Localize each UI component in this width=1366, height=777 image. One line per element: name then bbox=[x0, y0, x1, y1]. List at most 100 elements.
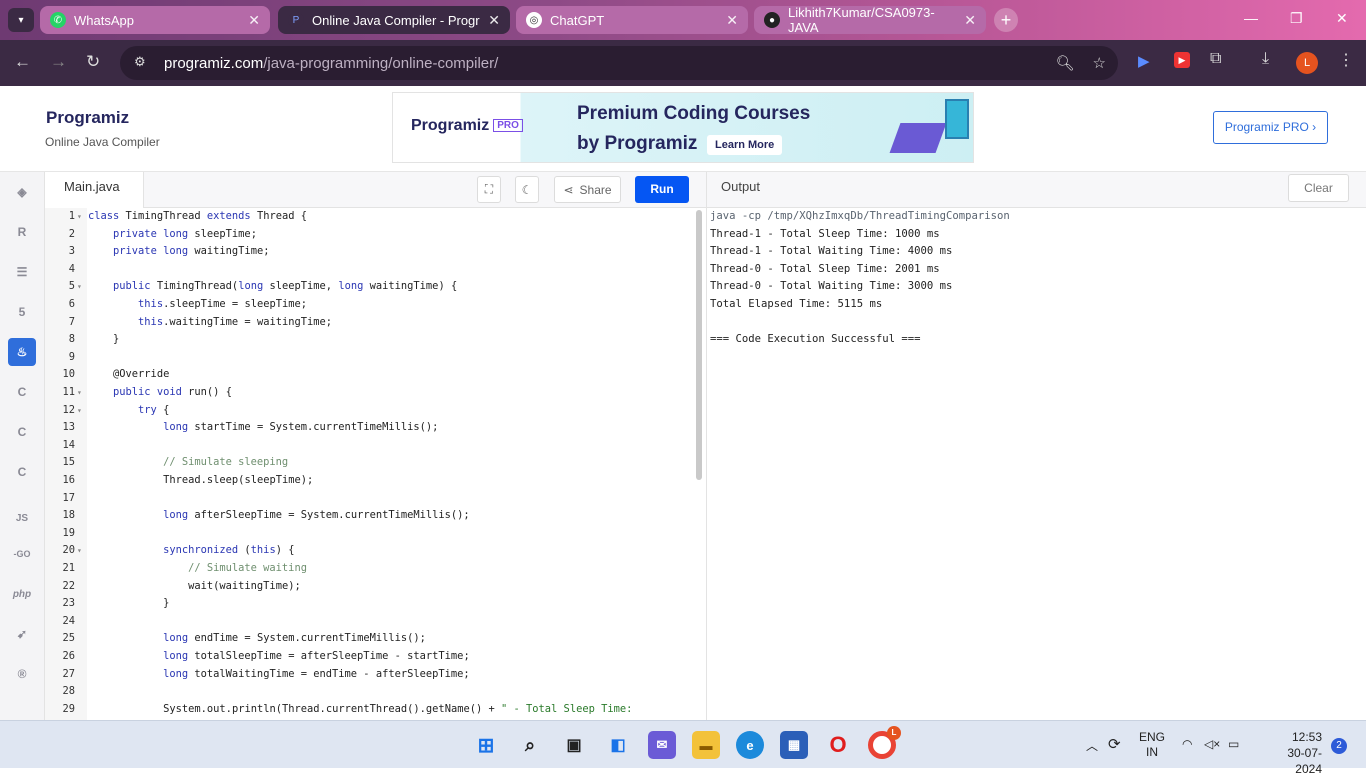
java-icon[interactable]: ♨ bbox=[8, 338, 36, 366]
extensions-puzzle-icon[interactable]: ⧉ bbox=[1210, 50, 1221, 68]
task-view-icon[interactable]: ▣ bbox=[560, 731, 588, 759]
chevron-up-icon[interactable]: ︿ bbox=[1086, 737, 1098, 754]
fold-toggle-icon[interactable]: ▾ bbox=[77, 208, 82, 226]
profile-avatar[interactable]: L bbox=[1296, 52, 1318, 74]
address-bar[interactable]: ⚙ programiz.com/java-programming/online-… bbox=[120, 46, 1118, 80]
csharp-icon[interactable]: C bbox=[8, 458, 36, 486]
js-icon[interactable]: JS bbox=[8, 504, 36, 532]
forward-icon[interactable]: → bbox=[50, 52, 67, 72]
code-line: 7 this.waitingTime = waitingTime; bbox=[45, 314, 695, 332]
reload-icon[interactable]: ↻ bbox=[86, 52, 100, 72]
code-line: 18 long afterSleepTime = System.currentT… bbox=[45, 507, 695, 525]
language-label: ENG bbox=[1139, 730, 1166, 744]
output-header: Output Clear bbox=[706, 172, 1366, 208]
new-tab-button[interactable]: + bbox=[994, 8, 1018, 32]
bookmark-star-icon[interactable]: ☆ bbox=[1093, 54, 1106, 72]
code-text: wait(waitingTime); bbox=[188, 579, 301, 592]
code-text: long afterSleepTime = System.currentTime… bbox=[163, 509, 470, 522]
close-window-icon[interactable]: ✕ bbox=[1336, 10, 1348, 27]
tab-whatsapp[interactable]: ✆ WhatsApp ✕ bbox=[40, 6, 270, 34]
language-indicator[interactable]: ENG IN bbox=[1139, 730, 1165, 760]
menu-kebab-icon[interactable]: ⋮ bbox=[1338, 50, 1354, 70]
file-tab-main-java[interactable]: Main.java bbox=[45, 172, 144, 208]
code-line: 28 bbox=[45, 683, 695, 701]
search-icon[interactable]: ⌕ bbox=[516, 731, 544, 759]
code-line: 4 bbox=[45, 261, 695, 279]
line-number: 21 bbox=[62, 562, 75, 574]
tab-online-java-compiler[interactable]: P Online Java Compiler - Program ✕ bbox=[278, 6, 510, 34]
download-icon[interactable]: ⤓ bbox=[1262, 50, 1269, 68]
programiz-pro-button[interactable]: Programiz PRO › bbox=[1213, 111, 1328, 144]
sql-icon[interactable]: ☰ bbox=[8, 258, 36, 286]
chatgpt-icon: ◎ bbox=[526, 12, 542, 28]
clock[interactable]: 12:53 30-07-2024 bbox=[1262, 729, 1322, 777]
clear-button[interactable]: Clear bbox=[1288, 174, 1349, 202]
dark-mode-icon[interactable]: ☾ bbox=[515, 176, 539, 203]
cpp-icon[interactable]: C bbox=[8, 418, 36, 446]
zoom-icon[interactable]: 🔍︎ bbox=[1056, 54, 1075, 72]
tab-chatgpt[interactable]: ◎ ChatGPT ✕ bbox=[516, 6, 748, 34]
code-text: class TimingThread extends Thread { bbox=[88, 210, 308, 222]
learn-more-button[interactable]: Learn More bbox=[707, 135, 783, 155]
sync-icon[interactable]: ⟳ bbox=[1108, 735, 1121, 753]
site-info-icon[interactable]: ⚙ bbox=[134, 54, 152, 72]
teams-chat-icon[interactable]: ✉ bbox=[648, 731, 676, 759]
extension-red-icon[interactable]: ▶ bbox=[1174, 52, 1190, 68]
share-label: Share bbox=[579, 182, 612, 197]
html-icon[interactable]: 5 bbox=[8, 298, 36, 326]
close-tab-icon[interactable]: ✕ bbox=[964, 12, 976, 29]
php-icon[interactable]: php bbox=[8, 580, 36, 608]
back-icon[interactable]: ← bbox=[14, 52, 31, 72]
line-number: 17 bbox=[62, 491, 75, 504]
notification-badge[interactable]: 2 bbox=[1331, 738, 1347, 754]
python-icon[interactable]: ◈ bbox=[8, 178, 36, 206]
c-icon[interactable]: C bbox=[8, 378, 36, 406]
run-button[interactable]: Run bbox=[635, 176, 689, 203]
fold-toggle-icon[interactable]: ▾ bbox=[77, 402, 82, 420]
battery-icon[interactable]: ▭ bbox=[1228, 737, 1239, 751]
promo-banner[interactable]: Programiz PRO Premium Coding Courses by P… bbox=[392, 92, 974, 163]
code-line: 25 long endTime = System.currentTimeMill… bbox=[45, 630, 695, 648]
close-tab-icon[interactable]: ✕ bbox=[248, 12, 260, 29]
file-explorer-icon[interactable]: ▬ bbox=[692, 731, 720, 759]
code-text: } bbox=[88, 597, 170, 610]
output-console[interactable]: java -cp /tmp/XQhzImxqDb/ThreadTimingCom… bbox=[706, 208, 1366, 720]
restore-icon[interactable]: ❐ bbox=[1290, 10, 1303, 27]
rust-icon[interactable]: ® bbox=[8, 660, 36, 688]
extension-icon[interactable]: ▶ bbox=[1138, 52, 1150, 70]
swift-icon[interactable]: ➹ bbox=[8, 620, 36, 648]
fold-toggle-icon[interactable]: ▾ bbox=[77, 542, 82, 560]
books-icon bbox=[945, 99, 969, 139]
widgets-icon[interactable]: ◧ bbox=[604, 731, 632, 759]
close-tab-icon[interactable]: ✕ bbox=[488, 12, 500, 29]
code-text: public TimingThread(long sleepTime, long… bbox=[113, 280, 458, 293]
github-icon: ● bbox=[764, 12, 780, 28]
editor-scrollbar[interactable] bbox=[696, 210, 702, 480]
time-label: 12:53 bbox=[1291, 730, 1322, 744]
wifi-icon[interactable]: ◠ bbox=[1182, 737, 1192, 751]
code-line: 15 // Simulate sleeping bbox=[45, 454, 695, 472]
volume-muted-icon[interactable]: ◁× bbox=[1204, 737, 1220, 751]
edge-icon[interactable]: e bbox=[736, 731, 764, 759]
fullscreen-icon[interactable]: ⛶ bbox=[477, 176, 501, 203]
fold-toggle-icon[interactable]: ▾ bbox=[77, 278, 82, 296]
tab-github[interactable]: ● Likhith7Kumar/CSA0973-JAVA ✕ bbox=[754, 5, 986, 35]
chrome-icon[interactable]: L bbox=[868, 726, 901, 759]
line-number: 19 bbox=[62, 526, 75, 539]
opera-icon[interactable]: O bbox=[824, 731, 852, 759]
tab-search-button[interactable]: ▾ bbox=[8, 8, 34, 32]
fold-toggle-icon[interactable]: ▾ bbox=[77, 384, 82, 402]
programiz-logo[interactable]: Programiz bbox=[46, 108, 129, 128]
code-editor[interactable]: 1 ▾ class TimingThread extends Thread {2 p… bbox=[45, 208, 706, 720]
close-tab-icon[interactable]: ✕ bbox=[726, 12, 738, 29]
line-number: 13 bbox=[62, 421, 75, 434]
code-line: 11 ▾ public void run() { bbox=[45, 384, 695, 402]
code-text: synchronized (this) { bbox=[163, 544, 295, 557]
r-icon[interactable]: R bbox=[8, 218, 36, 246]
share-button[interactable]: ⋖ Share bbox=[554, 176, 621, 203]
start-button[interactable]: ⊞ bbox=[472, 731, 500, 759]
store-icon[interactable]: ▦ bbox=[780, 731, 808, 759]
go-icon[interactable]: -GO bbox=[8, 540, 36, 568]
line-number: 5 bbox=[68, 280, 75, 293]
minimize-icon[interactable]: — bbox=[1244, 10, 1258, 26]
